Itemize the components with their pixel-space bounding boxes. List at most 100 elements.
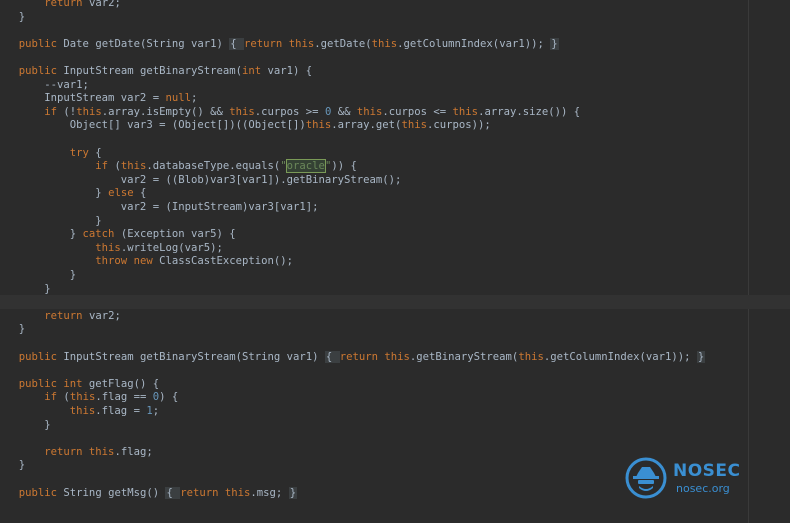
code-line[interactable] xyxy=(0,336,790,350)
code-token: ) { xyxy=(159,391,179,404)
code-token: Object[] var3 = (Object[])((Object[]) xyxy=(6,119,306,132)
code-token: { xyxy=(133,187,147,200)
code-line[interactable] xyxy=(0,132,790,146)
code-line[interactable]: } xyxy=(0,282,790,296)
keyword-token: return xyxy=(44,0,83,9)
code-token: .curpos)); xyxy=(426,119,491,132)
keyword-token: public xyxy=(18,65,58,77)
code-token: .getDate( xyxy=(314,37,372,50)
code-token: .flag; xyxy=(114,445,153,458)
code-token: .curpos <= xyxy=(382,105,453,118)
code-token: (! xyxy=(57,105,77,118)
code-area[interactable]: return var2; } public Date getDate(Strin… xyxy=(0,0,790,523)
code-line[interactable]: return var2; xyxy=(0,309,790,323)
string-token: " xyxy=(280,160,287,173)
code-token: var2; xyxy=(82,0,121,9)
code-line[interactable]: this.writeLog(var5); xyxy=(0,241,790,255)
code-token: .array.isEmpty() && xyxy=(101,105,230,118)
keyword-token: try xyxy=(69,146,89,159)
folded-region[interactable]: { xyxy=(229,37,245,50)
code-line[interactable]: public InputStream getBinaryStream(int v… xyxy=(0,64,790,78)
code-token: .getColumnIndex(var1)); xyxy=(397,37,551,50)
code-line[interactable] xyxy=(0,363,790,377)
keyword-token: this xyxy=(69,391,96,404)
code-line[interactable]: return var2; xyxy=(0,0,790,10)
code-editor[interactable]: return var2; } public Date getDate(Strin… xyxy=(0,0,790,523)
keyword-token: if xyxy=(95,160,109,173)
code-line[interactable]: } xyxy=(0,268,790,282)
code-line[interactable]: } xyxy=(0,10,790,24)
keyword-token: return xyxy=(44,309,83,322)
code-token: .flag = xyxy=(95,405,147,417)
code-line[interactable]: Object[] var3 = (Object[])((Object[])thi… xyxy=(0,118,790,132)
code-line[interactable]: if (!this.array.isEmpty() && this.curpos… xyxy=(0,105,790,119)
code-line[interactable]: } else { xyxy=(0,186,790,200)
code-line[interactable] xyxy=(0,23,790,37)
keyword-token: this xyxy=(69,405,96,417)
code-token: InputStream getBinaryStream( xyxy=(57,65,243,77)
highlighted-match: oracle xyxy=(285,159,326,174)
keyword-token: int xyxy=(242,65,262,77)
keyword-token: if xyxy=(44,391,58,404)
code-line[interactable]: public InputStream getBinaryStream(Strin… xyxy=(0,350,790,364)
code-token: .msg; xyxy=(250,486,289,499)
code-token: .flag == xyxy=(95,391,153,404)
folded-region[interactable]: } xyxy=(550,37,559,50)
folded-region[interactable]: } xyxy=(696,350,706,363)
code-line[interactable] xyxy=(0,431,790,445)
keyword-token: this xyxy=(452,105,479,118)
code-line[interactable]: } xyxy=(0,214,790,228)
code-token: (Exception var5) { xyxy=(114,228,236,241)
code-line[interactable]: } xyxy=(0,322,790,336)
keyword-token: return xyxy=(339,350,378,363)
folded-region[interactable]: { xyxy=(324,350,340,363)
keyword-token: this xyxy=(120,160,147,173)
folded-region[interactable]: } xyxy=(288,486,298,499)
code-line[interactable]: InputStream var2 = null; xyxy=(0,91,790,105)
keyword-token: this xyxy=(76,105,102,118)
folded-region[interactable]: { xyxy=(165,486,181,499)
code-line[interactable]: if (this.flag == 0) { xyxy=(0,390,790,404)
code-line[interactable]: this.flag = 1; xyxy=(0,404,790,418)
code-line[interactable]: } xyxy=(0,418,790,432)
code-token: .getBinaryStream( xyxy=(409,350,519,363)
code-line[interactable] xyxy=(0,50,790,64)
code-line[interactable] xyxy=(0,295,790,310)
keyword-token: return this xyxy=(44,445,115,458)
watermark-domain: nosec.org xyxy=(676,481,730,495)
code-line[interactable]: public int getFlag() { xyxy=(0,377,790,391)
code-line[interactable]: if (this.databaseType.equals("oracle")) … xyxy=(0,159,790,174)
code-line[interactable]: var2 = ((Blob)var3[var1]).getBinaryStrea… xyxy=(0,173,790,187)
code-line[interactable]: --var1; xyxy=(0,78,790,92)
code-token: var2; xyxy=(82,309,121,322)
code-token: .array.get( xyxy=(331,119,402,132)
code-token: } xyxy=(6,228,83,241)
code-token: InputStream var2 = xyxy=(6,92,166,105)
code-token: { xyxy=(88,146,102,159)
keyword-token: else xyxy=(108,187,134,200)
code-line[interactable]: var2 = (InputStream)var3[var1]; xyxy=(0,200,790,214)
code-line[interactable]: } catch (Exception var5) { xyxy=(0,227,790,241)
code-token: var2 = ((Blob)var3[var1]).getBinaryStrea… xyxy=(6,173,402,186)
code-token: } xyxy=(6,418,51,431)
code-line[interactable]: try { xyxy=(0,146,790,160)
code-token: } xyxy=(6,282,51,295)
code-token: .databaseType.equals( xyxy=(146,160,281,173)
keyword-token: public xyxy=(18,37,58,50)
code-token: .writeLog(var5); xyxy=(120,241,223,254)
keyword-token: return xyxy=(244,37,283,50)
code-line[interactable]: throw new ClassCastException(); xyxy=(0,254,790,268)
code-token: ( xyxy=(108,160,121,173)
code-line[interactable]: public Date getDate(String var1) { retur… xyxy=(0,37,790,51)
keyword-token: this xyxy=(384,350,410,363)
